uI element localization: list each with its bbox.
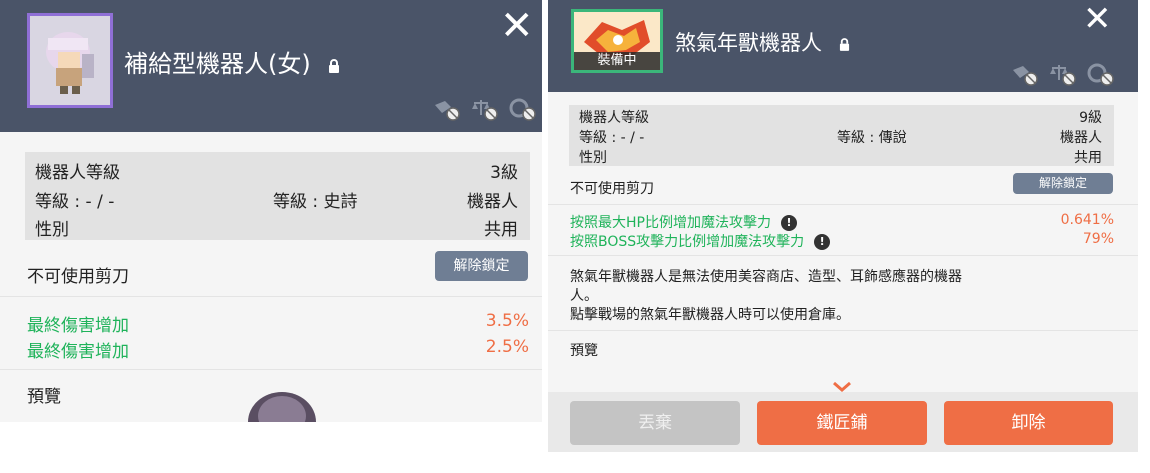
divider	[548, 255, 1138, 256]
left-item-avatar	[27, 13, 113, 108]
left-grade-label: 等級 : - / -	[35, 192, 115, 212]
enhance-disabled-icon[interactable]	[1086, 62, 1114, 86]
disassemble-disabled-icon[interactable]	[1010, 62, 1038, 86]
right-option-2-row: 按照BOSS攻擊力比例增加魔法攻擊力!	[570, 231, 831, 251]
right-footer: 丟棄 鐵匠鋪 卸除	[548, 392, 1138, 452]
left-gender-label: 性別	[35, 220, 69, 240]
left-preview-label: 預覽	[27, 387, 61, 407]
equipped-badge: 裝備中	[574, 52, 660, 70]
left-type-value: 機器人	[467, 192, 518, 212]
left-option-2-value: 2.5%	[485, 337, 529, 357]
right-level-value: 9級	[1079, 110, 1102, 126]
left-option-1-value: 3.5%	[485, 311, 529, 331]
left-gender-value: 共用	[484, 220, 518, 240]
left-stats-box: 機器人等級 3級 等級 : - / - 等級 : 史詩 機器人 性別 共用	[25, 152, 530, 240]
right-stats-box: 機器人等級 9級 等級 : - / - 等級 : 傳說 機器人 性別 共用	[569, 105, 1114, 166]
robot-girl-icon	[30, 16, 110, 105]
right-option-1-label: 按照最大HP比例增加魔法攻擊力	[570, 215, 771, 231]
trade-disabled-icon[interactable]	[470, 97, 498, 121]
lock-icon	[839, 32, 850, 56]
right-gender-value: 共用	[1074, 150, 1102, 166]
left-header: 補給型機器人(女) ✕	[0, 0, 542, 132]
right-option-2-label: 按照BOSS攻擊力比例增加魔法攻擊力	[570, 234, 805, 250]
right-level-label: 機器人等級	[579, 110, 649, 126]
left-scissors-text: 不可使用剪刀	[27, 267, 129, 287]
right-description-line-2: 人。	[570, 288, 598, 304]
divider	[548, 330, 1138, 331]
right-option-1-row: 按照最大HP比例增加魔法攻擊力!	[570, 212, 797, 232]
blacksmith-button[interactable]: 鐵匠鋪	[757, 401, 927, 445]
right-item-title-row: 煞氣年獸機器人	[675, 27, 850, 57]
discard-button[interactable]: 丟棄	[570, 401, 740, 445]
left-close-icon[interactable]: ✕	[500, 6, 534, 46]
left-option-2-label: 最終傷害增加	[27, 342, 129, 362]
right-item-title: 煞氣年獸機器人	[675, 31, 822, 55]
right-item-panel: 裝備中 煞氣年獸機器人 ✕ 機器人等級 9級 等級 : - / - 等級 : 傳…	[548, 0, 1138, 452]
divider	[0, 369, 542, 370]
preview-character-image	[244, 390, 320, 422]
right-grade-center: 等級 : 傳說	[837, 130, 907, 146]
divider	[548, 204, 1138, 205]
left-item-title-row: 補給型機器人(女)	[124, 44, 340, 79]
right-unlock-button[interactable]: 解除鎖定	[1013, 173, 1113, 194]
right-grade-label: 等級 : - / -	[579, 130, 645, 146]
left-action-icons	[432, 97, 536, 121]
divider	[0, 296, 542, 297]
left-level-value: 3級	[490, 163, 518, 183]
right-option-2-value: 79%	[1082, 231, 1114, 247]
right-gender-label: 性別	[579, 150, 607, 166]
disassemble-disabled-icon[interactable]	[432, 97, 460, 121]
right-option-1-value: 0.641%	[1060, 212, 1114, 228]
right-action-icons	[1010, 62, 1114, 86]
right-scissors-text: 不可使用剪刀	[570, 181, 654, 197]
right-type-value: 機器人	[1060, 130, 1102, 146]
left-item-title: 補給型機器人(女)	[124, 50, 311, 78]
trade-disabled-icon[interactable]	[1048, 62, 1076, 86]
unequip-button[interactable]: 卸除	[944, 401, 1113, 445]
left-item-panel: 補給型機器人(女) ✕ 機器人等級 3級 等級 : - / - 等級 : 史詩 …	[0, 0, 542, 422]
lock-icon	[328, 51, 340, 79]
left-level-label: 機器人等級	[35, 163, 120, 183]
right-description-line-3: 點擊戰場的煞氣年獸機器人時可以使用倉庫。	[570, 307, 850, 323]
left-grade-center: 等級 : 史詩	[273, 192, 358, 212]
right-description-line-1: 煞氣年獸機器人是無法使用美容商店、造型、耳飾感應器的機器	[570, 269, 962, 285]
warning-icon[interactable]: !	[780, 215, 797, 231]
warning-icon[interactable]: !	[814, 234, 831, 250]
right-preview-label: 預覽	[570, 343, 598, 359]
left-unlock-button[interactable]: 解除鎖定	[435, 251, 528, 281]
enhance-disabled-icon[interactable]	[508, 97, 536, 121]
right-item-avatar: 裝備中	[571, 9, 663, 73]
right-header: 裝備中 煞氣年獸機器人 ✕	[548, 0, 1138, 92]
left-option-1-label: 最終傷害增加	[27, 316, 129, 336]
right-close-icon[interactable]: ✕	[1083, 2, 1112, 36]
